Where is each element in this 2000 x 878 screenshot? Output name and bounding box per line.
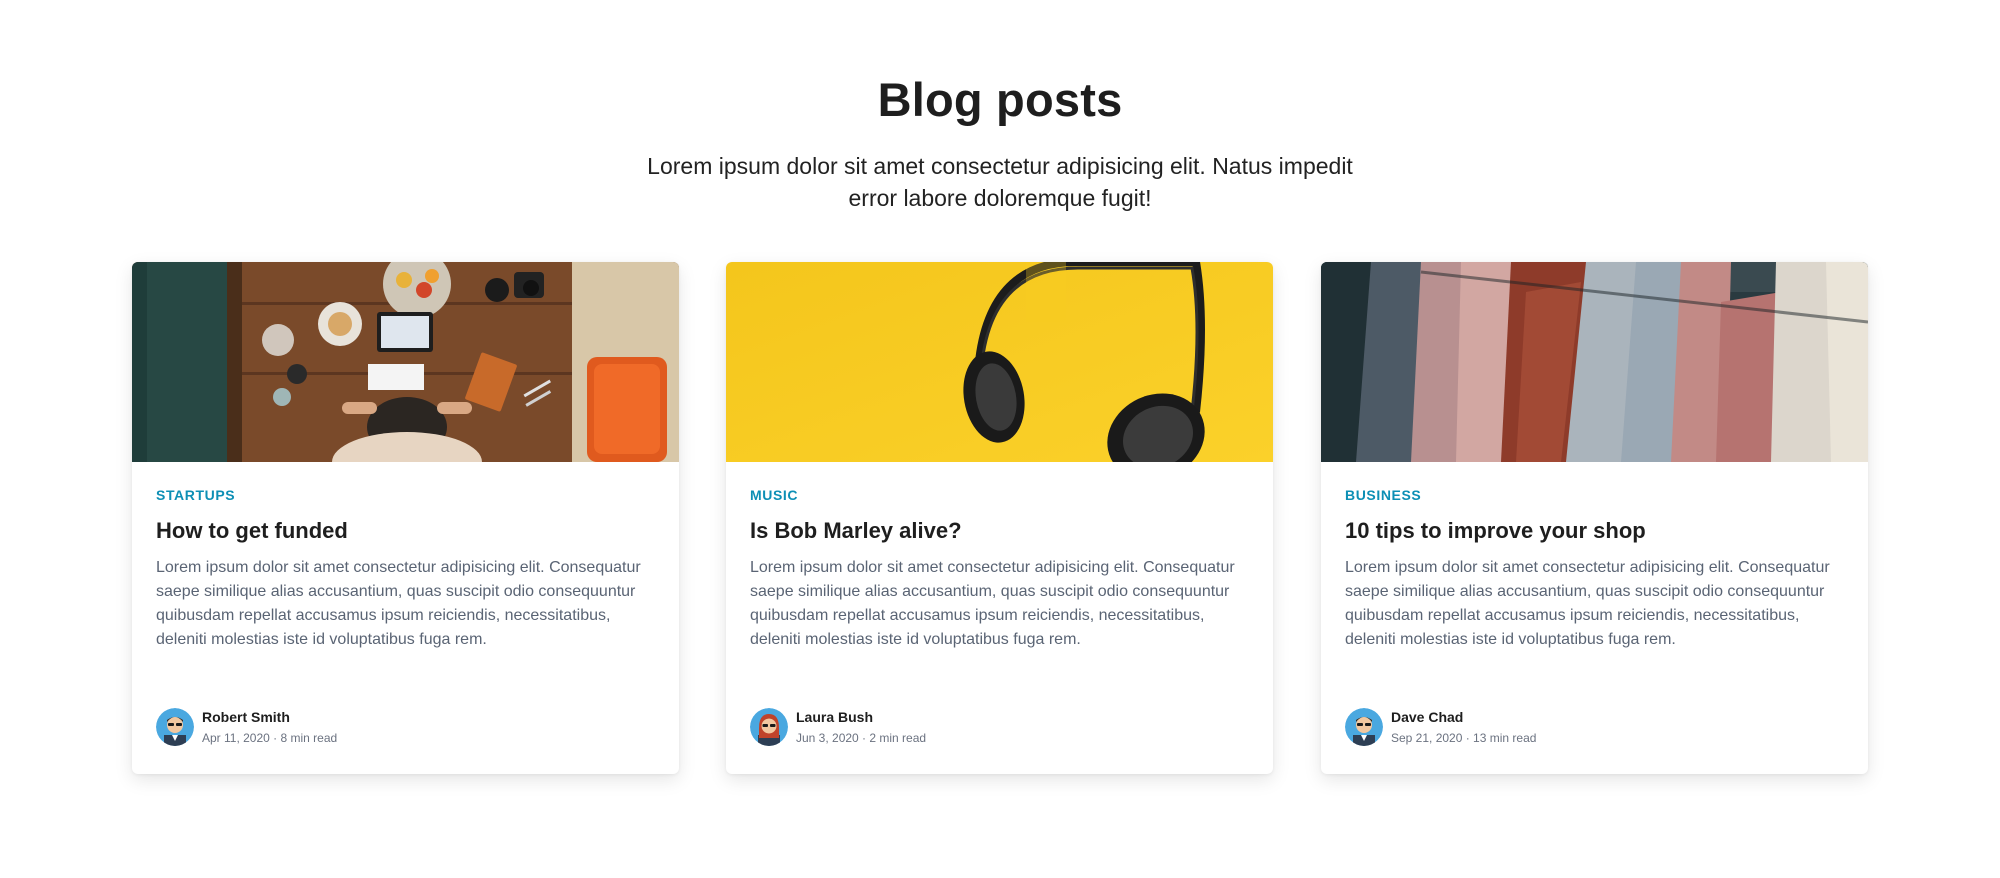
female-avatar-icon — [750, 708, 788, 746]
blog-card[interactable]: MUSIC Is Bob Marley alive? Lorem ipsum d… — [726, 262, 1273, 774]
post-title[interactable]: 10 tips to improve your shop — [1345, 518, 1844, 548]
headphones-photo[interactable] — [726, 262, 1273, 462]
author-info: Dave Chad Sep 21, 2020 · 13 min read — [1345, 708, 1825, 748]
blog-card[interactable]: BUSINESS 10 tips to improve your shop Lo… — [1321, 262, 1868, 774]
post-excerpt: Lorem ipsum dolor sit amet consectetur a… — [750, 559, 1235, 648]
category-label[interactable]: MUSIC — [750, 487, 1249, 505]
post-meta: Apr 11, 2020 · 8 min read — [202, 731, 338, 745]
category-label[interactable]: BUSINESS — [1345, 487, 1844, 505]
author-info: Robert Smith Apr 11, 2020 · 8 min read — [156, 708, 636, 748]
blog-card[interactable]: STARTUPS How to get funded Lorem ipsum d… — [132, 262, 679, 774]
card-body: MUSIC Is Bob Marley alive? Lorem ipsum d… — [726, 462, 1273, 676]
desk-workspace-photo[interactable] — [132, 262, 679, 462]
post-meta: Sep 21, 2020 · 13 min read — [1391, 731, 1537, 745]
author-name[interactable]: Robert Smith — [202, 709, 290, 725]
card-body: STARTUPS How to get funded Lorem ipsum d… — [132, 462, 679, 676]
blog-card-grid: STARTUPS How to get funded Lorem ipsum d… — [132, 262, 1868, 774]
author-name[interactable]: Dave Chad — [1391, 709, 1463, 725]
post-excerpt: Lorem ipsum dolor sit amet consectetur a… — [156, 559, 641, 648]
page-subtitle: Lorem ipsum dolor sit amet consectetur a… — [647, 153, 1353, 211]
author-info: Laura Bush Jun 3, 2020 · 2 min read — [750, 708, 1230, 748]
clothing-rack-photo[interactable] — [1321, 262, 1868, 462]
post-excerpt: Lorem ipsum dolor sit amet consectetur a… — [1345, 559, 1830, 648]
author-name[interactable]: Laura Bush — [796, 709, 873, 725]
post-meta: Jun 3, 2020 · 2 min read — [796, 731, 927, 745]
male-avatar-icon — [156, 708, 194, 746]
page-title: Blog posts — [877, 73, 1123, 126]
category-label[interactable]: STARTUPS — [156, 487, 655, 505]
blog-section: Blog posts Lorem ipsum dolor sit amet co… — [0, 0, 2000, 878]
post-title[interactable]: Is Bob Marley alive? — [750, 518, 1249, 548]
card-body: BUSINESS 10 tips to improve your shop Lo… — [1321, 462, 1868, 676]
male-avatar-icon — [1345, 708, 1383, 746]
post-title[interactable]: How to get funded — [156, 518, 655, 548]
